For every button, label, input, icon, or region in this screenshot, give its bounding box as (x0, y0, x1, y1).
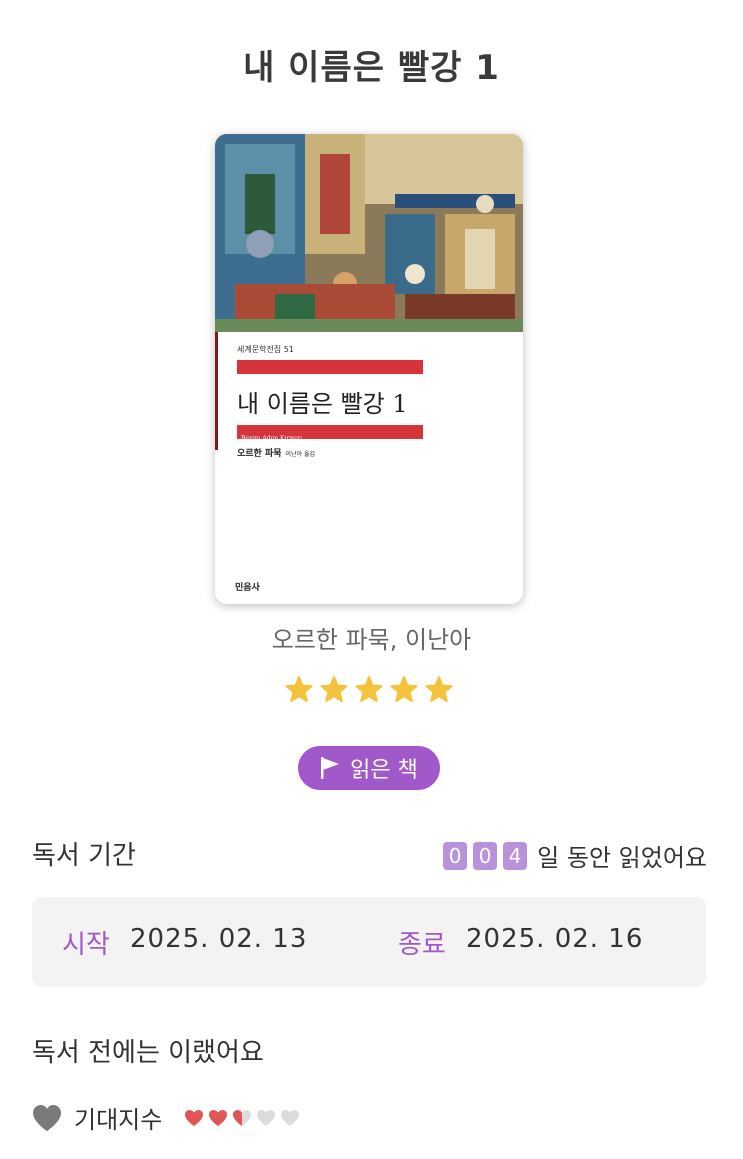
cover-translator: 이난아 옮김 (285, 451, 316, 458)
before-reading-title: 독서 전에는 이랬어요 (32, 1038, 264, 1068)
end-date-label: 종료 (398, 930, 446, 960)
reading-status-label: 읽은 책 (350, 758, 418, 783)
star-icon[interactable] (284, 675, 314, 705)
cover-publisher: 민음사 (235, 583, 260, 593)
book-title: 내 이름은 빨강 1 (243, 48, 500, 88)
start-date-value[interactable]: 2025. 02. 13 (130, 924, 307, 954)
heart-icon[interactable] (208, 1109, 228, 1127)
book-authors: 오르한 파묵, 이난아 (271, 626, 472, 654)
cover-red-bar (237, 360, 423, 374)
day-digit: 0 (443, 841, 468, 870)
reading-period-title: 독서 기간 (32, 841, 136, 871)
cover-original-title: Benim Adım Kırmızı (241, 435, 302, 442)
rating-stars[interactable] (284, 675, 454, 705)
heart-icon[interactable] (184, 1109, 204, 1127)
expectation-row: 기대지수 (32, 1100, 300, 1135)
days-suffix: 일 동안 읽었어요 (537, 844, 707, 872)
cover-red-bar-original-title: Benim Adım Kırmızı (237, 425, 423, 442)
cover-author: 오르한 파묵 (237, 449, 282, 459)
book-cover[interactable]: 세계문학전집 51 내 이름은 빨강 1 Benim Adım Kırmızı … (215, 134, 523, 604)
reading-dates-box[interactable]: 시작 2025. 02. 13 종료 2025. 02. 16 (32, 897, 706, 987)
expectation-label: 기대지수 (74, 1106, 163, 1134)
heart-icon[interactable] (280, 1109, 300, 1127)
cover-title: 내 이름은 빨강 1 (237, 390, 408, 418)
star-icon[interactable] (354, 675, 384, 705)
star-icon[interactable] (319, 675, 349, 705)
day-digit: 0 (473, 841, 498, 870)
star-icon[interactable] (389, 675, 419, 705)
reading-status-badge[interactable]: 읽은 책 (298, 746, 440, 790)
cover-author-line: 오르한 파묵 이난아 옮김 (237, 446, 315, 459)
cover-spine (215, 332, 218, 450)
cover-series: 세계문학전집 51 (237, 345, 294, 354)
star-icon[interactable] (424, 675, 454, 705)
day-digit: 4 (503, 841, 528, 870)
end-date-value[interactable]: 2025. 02. 16 (466, 924, 643, 954)
reading-days-counter: 0 0 4 일 동안 읽었어요 (443, 838, 707, 873)
expectation-hearts[interactable] (184, 1109, 300, 1127)
heart-icon[interactable] (232, 1109, 252, 1127)
start-date-label: 시작 (62, 930, 110, 960)
flag-icon (321, 757, 340, 779)
heart-icon[interactable] (256, 1109, 276, 1127)
cover-illustration (215, 134, 523, 332)
heart-icon (33, 1104, 61, 1131)
